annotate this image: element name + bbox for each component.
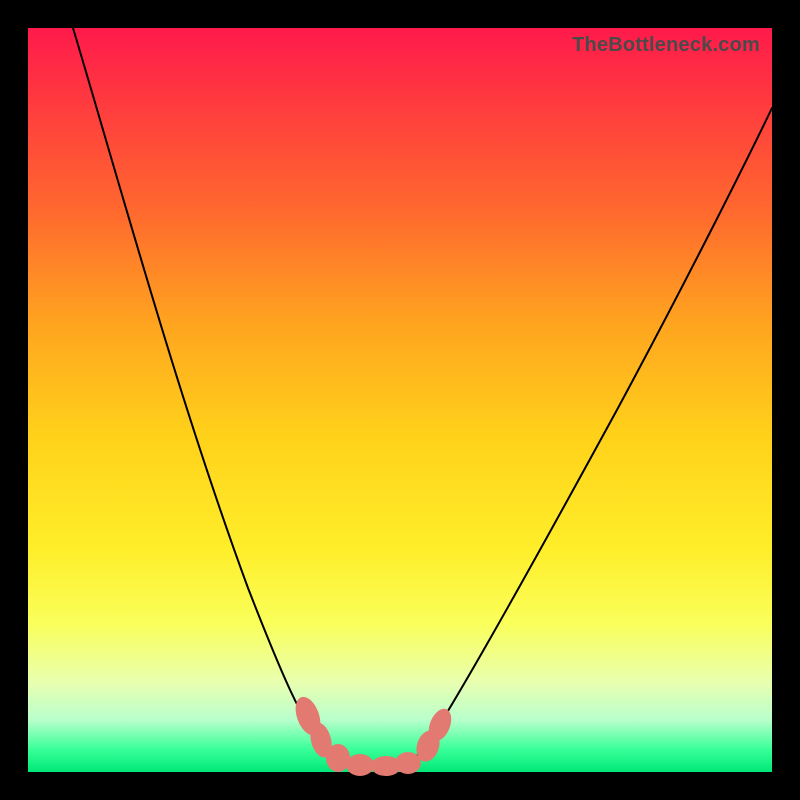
plot-area: TheBottleneck.com bbox=[28, 28, 772, 772]
curve-layer bbox=[28, 28, 772, 772]
marker-blob bbox=[326, 744, 350, 772]
optimal-zone-markers bbox=[291, 693, 456, 776]
marker-blob bbox=[346, 754, 374, 776]
bottleneck-curve bbox=[73, 28, 772, 766]
chart-frame: TheBottleneck.com bbox=[0, 0, 800, 800]
marker-blob bbox=[395, 752, 421, 774]
